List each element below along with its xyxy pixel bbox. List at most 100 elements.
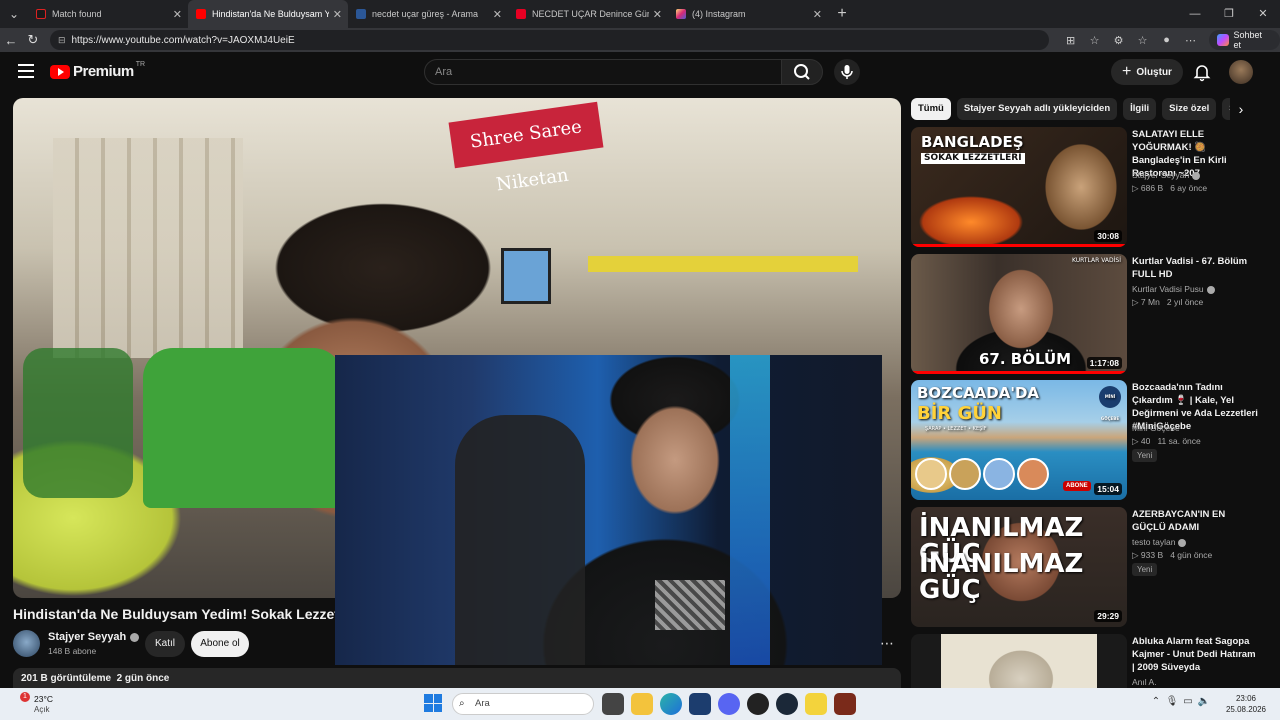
youtube-premium-logo[interactable]: Premium TR: [50, 61, 145, 80]
notes-app-icon[interactable]: [805, 693, 827, 715]
game-launcher-icon[interactable]: [834, 693, 856, 715]
network-icon[interactable]: ▭: [1180, 696, 1196, 707]
more-menu-icon[interactable]: ⋯: [1179, 34, 1203, 47]
search-input[interactable]: Ara: [424, 59, 782, 85]
microphone-icon[interactable]: 🎙: [1164, 696, 1180, 707]
browser-tab-2[interactable]: necdet uçar güreş - Arama ✕: [348, 0, 508, 28]
site-info-icon[interactable]: ⊟: [58, 35, 66, 46]
weather-widget[interactable]: 1 23°C Açık: [14, 692, 74, 716]
recommendation-item[interactable]: KURTLAR VADİSİ 67. BÖLÜM 1:17:08 Kurtlar…: [911, 254, 1261, 374]
recommendation-title[interactable]: Abluka Alarm feat Sagopa Kajmer - Unut D…: [1132, 635, 1260, 674]
browser-tab-4[interactable]: (4) Instagram ✕: [668, 0, 828, 28]
taskbar-search-input[interactable]: ⌕ Ara: [452, 693, 594, 715]
tab-close-icon[interactable]: ✕: [493, 8, 502, 21]
chip-from-uploader[interactable]: Stajyer Seyyah adlı yükleyiciden: [956, 98, 1118, 120]
recommendation-item[interactable]: Abluka Alarm feat Sagopa Kajmer - Unut D…: [911, 634, 1261, 688]
create-button[interactable]: + Oluştur: [1111, 59, 1183, 85]
thumb-channel-badge: MİNİ GÖÇEBE: [1099, 386, 1121, 421]
video-thumbnail[interactable]: [911, 634, 1127, 688]
logo-text: Premium: [73, 63, 134, 80]
video-thumbnail[interactable]: İNANILMAZ GÜÇ İNANILMAZ GÜÇ 29:29: [911, 507, 1127, 627]
subscribe-button[interactable]: Abone ol: [191, 631, 249, 657]
microphone-icon: [841, 65, 853, 79]
profile-avatar-icon[interactable]: ●: [1155, 34, 1179, 47]
window-controls: — ❐ ✕: [1178, 0, 1280, 28]
channel-name-link[interactable]: Stajyer Seyyah: [48, 631, 140, 643]
chip-related[interactable]: İlgili: [1123, 98, 1157, 120]
pinterest-favicon-icon: [516, 9, 526, 19]
minimize-icon[interactable]: —: [1178, 0, 1212, 28]
hamburger-menu-icon[interactable]: [18, 64, 34, 82]
recommendation-channel[interactable]: Kurtlar Vadisi Pusu: [1132, 284, 1215, 294]
browser-tab-1[interactable]: Hindistan'da Ne Bulduysam Yedim! Sokak L…: [188, 0, 348, 28]
recommendation-item[interactable]: İNANILMAZ GÜÇ İNANILMAZ GÜÇ 29:29 AZERBA…: [911, 507, 1261, 627]
more-actions-icon[interactable]: ⋯: [876, 635, 898, 655]
url-field[interactable]: ⊟ https://www.youtube.com/watch?v=JAOXMJ…: [49, 30, 1049, 50]
join-button[interactable]: Katıl: [145, 631, 185, 657]
thumb-title-line1: BANGLADEŞ: [921, 133, 1024, 151]
browser-tab-3[interactable]: NECDET UÇAR Denince Güreş ve Meydan ✕: [508, 0, 668, 28]
edge-browser-icon[interactable]: [660, 693, 682, 715]
steam-icon[interactable]: [776, 693, 798, 715]
recommendation-channel[interactable]: Stajyer Seyyah: [1132, 170, 1201, 180]
collections-icon[interactable]: ☆: [1131, 34, 1155, 47]
recommendation-channel[interactable]: Anıl A.: [1132, 677, 1157, 687]
browser-tab-0[interactable]: Match found ✕: [28, 0, 188, 28]
voice-search-button[interactable]: [834, 59, 860, 85]
tray-overflow-icon[interactable]: ⌃: [1148, 696, 1164, 707]
recommendation-item[interactable]: BANGLADEŞ SOKAK LEZZETLERİ 30:08 SALATAY…: [911, 127, 1261, 247]
task-view-icon[interactable]: [602, 693, 624, 715]
github-desktop-icon[interactable]: [747, 693, 769, 715]
recommendation-channel[interactable]: Mini Göçebe: [1132, 423, 1180, 433]
favorite-star-icon[interactable]: ☆: [1083, 34, 1107, 47]
copilot-chat-button[interactable]: Sohbet et: [1208, 30, 1280, 50]
maximize-icon[interactable]: ❐: [1212, 0, 1246, 28]
picture-in-picture-window[interactable]: [335, 355, 882, 665]
notifications-bell-icon[interactable]: [1190, 60, 1214, 84]
video-duration: 1:17:08: [1086, 357, 1122, 369]
clock-time: 23:06: [1235, 694, 1257, 703]
app-available-icon[interactable]: ⊞: [1059, 34, 1083, 47]
discord-icon[interactable]: [718, 693, 740, 715]
search-button[interactable]: [781, 59, 823, 85]
tab-actions-menu-icon[interactable]: ⌄: [0, 0, 28, 28]
system-clock[interactable]: 23:06 25.08.2026: [1222, 693, 1270, 715]
file-explorer-icon[interactable]: [631, 693, 653, 715]
video-thumbnail[interactable]: BANGLADEŞ SOKAK LEZZETLERİ 30:08: [911, 127, 1127, 247]
recommendation-channel[interactable]: testo taylan: [1132, 537, 1187, 547]
extensions-icon[interactable]: ⚙: [1107, 34, 1131, 47]
tab-title: (4) Instagram: [692, 9, 746, 19]
thumb-subscribe-badge: ABONE: [1063, 481, 1091, 491]
video-frame-rickshaw: [143, 348, 343, 508]
chevron-right-icon[interactable]: ›: [1230, 98, 1252, 120]
recommendation-item[interactable]: BOZCAADA'DA BİR GÜN ŞARAP • LEZZET • KEŞ…: [911, 380, 1261, 500]
windows-start-icon[interactable]: [424, 694, 442, 712]
youtube-header: Premium TR Ara + Oluştur: [0, 52, 1280, 92]
taskbar-apps: [602, 693, 863, 715]
tab-close-icon[interactable]: ✕: [813, 8, 822, 21]
close-window-icon[interactable]: ✕: [1246, 0, 1280, 28]
tab-close-icon[interactable]: ✕: [653, 8, 662, 21]
new-tab-icon[interactable]: +: [828, 5, 856, 23]
recommendation-title[interactable]: Kurtlar Vadisi - 67. Bölüm FULL HD: [1132, 255, 1260, 281]
channel-avatar[interactable]: [13, 630, 40, 657]
back-arrow-icon[interactable]: ←: [0, 33, 22, 48]
taskbar-search-placeholder: Ara: [475, 698, 490, 709]
tab-close-icon[interactable]: ✕: [333, 8, 342, 21]
video-thumbnail[interactable]: KURTLAR VADİSİ 67. BÖLÜM 1:17:08: [911, 254, 1127, 374]
reload-icon[interactable]: ↻: [22, 32, 44, 48]
chip-all[interactable]: Tümü: [911, 98, 951, 120]
youtube-play-icon: [50, 64, 70, 79]
account-avatar[interactable]: [1229, 60, 1253, 84]
video-frame-awning: [588, 256, 858, 272]
verified-badge-icon: [1192, 171, 1201, 180]
tab-favicon-icon: [36, 9, 46, 19]
tab-close-icon[interactable]: ✕: [173, 8, 182, 21]
volume-icon[interactable]: 🔈: [1196, 696, 1212, 707]
chip-for-you[interactable]: Size özel: [1162, 98, 1217, 120]
video-thumbnail[interactable]: BOZCAADA'DA BİR GÜN ŞARAP • LEZZET • KEŞ…: [911, 380, 1127, 500]
vscode-icon[interactable]: [689, 693, 711, 715]
verified-badge-icon: [1206, 285, 1215, 294]
description-box[interactable]: 201 B görüntüleme 2 gün önce: [13, 668, 901, 688]
recommendation-title[interactable]: AZERBAYCAN'IN EN GÜÇLÜ ADAMI: [1132, 508, 1260, 534]
